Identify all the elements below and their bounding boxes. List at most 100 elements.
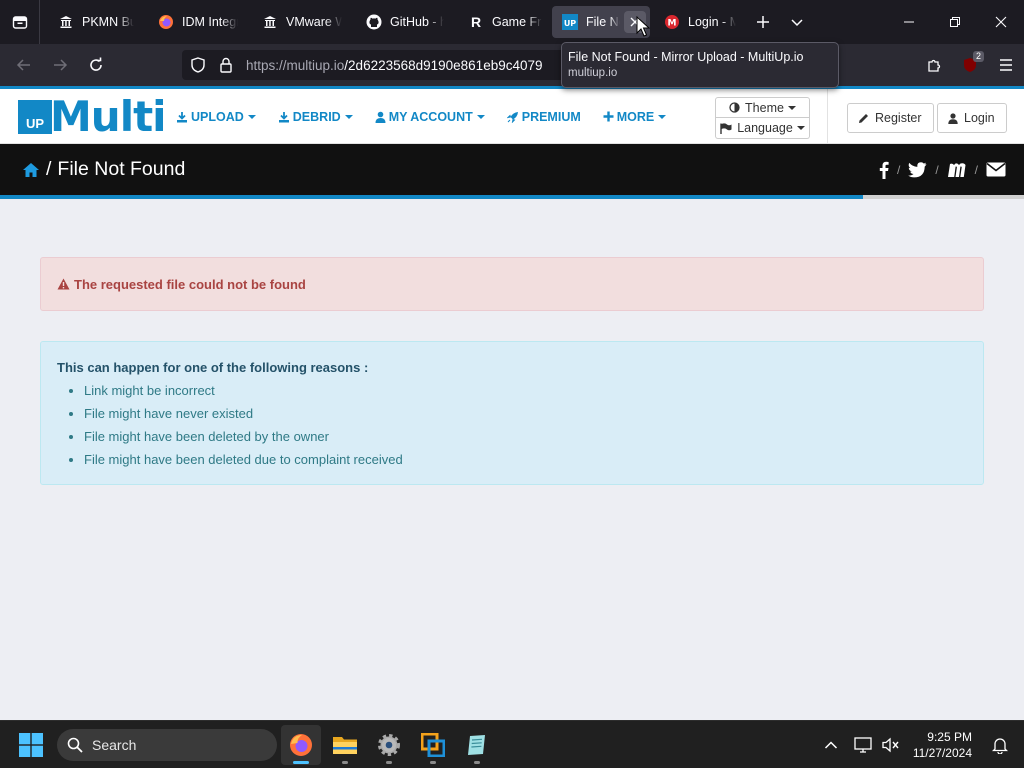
new-tab-button[interactable]	[746, 6, 780, 38]
system-tray: 9:25 PM 11/27/2024	[817, 721, 1024, 768]
home-icon[interactable]	[22, 162, 40, 178]
back-button[interactable]	[6, 49, 42, 81]
firefox-view-icon	[12, 16, 27, 29]
plus-icon	[757, 16, 769, 28]
tracking-protection-icon[interactable]	[184, 57, 212, 73]
menu-debrid[interactable]: DEBRID	[278, 110, 353, 124]
tab-mega[interactable]: M Login - MEGA	[650, 6, 746, 38]
tab-title: PKMN Build	[82, 15, 134, 29]
tray-overflow-button[interactable]	[817, 740, 845, 750]
minimize-button[interactable]	[886, 0, 932, 44]
toolbar-right: 2	[916, 44, 1024, 86]
social-separator: /	[896, 162, 901, 177]
volume-button[interactable]	[877, 737, 905, 753]
list-item: File might have been deleted due to comp…	[84, 448, 967, 471]
firefox-view-button[interactable]	[0, 0, 40, 44]
menu-more[interactable]: MORE	[603, 110, 667, 124]
hamburger-icon	[1000, 59, 1012, 71]
start-button[interactable]	[19, 733, 43, 762]
web-page: UP Multi UPLOAD DEBRID MY ACCOUNT PREMIU…	[0, 86, 1024, 720]
progress-fill	[0, 195, 864, 199]
facebook-icon[interactable]	[879, 161, 889, 179]
notifications-button[interactable]	[986, 737, 1014, 754]
contrast-icon	[729, 102, 740, 113]
running-indicator	[474, 761, 480, 764]
tab-title: GitHub - h	[390, 15, 444, 29]
github-icon	[366, 14, 382, 30]
ublock-extension-button[interactable]: 2	[952, 49, 988, 81]
clock[interactable]: 9:25 PM 11/27/2024	[913, 729, 972, 761]
extension-badge: 2	[972, 51, 984, 62]
envelope-icon[interactable]	[986, 162, 1006, 177]
speaker-muted-icon	[882, 737, 899, 753]
plus-icon	[603, 111, 614, 122]
tab-vmware[interactable]: VMware Workstation	[248, 6, 352, 38]
tab-gamefreak[interactable]: R Game Freak	[454, 6, 552, 38]
language-dropdown[interactable]: Language	[715, 118, 810, 139]
restore-icon	[950, 17, 960, 27]
arrow-left-icon	[16, 59, 30, 71]
warning-icon	[57, 278, 70, 290]
restore-button[interactable]	[932, 0, 978, 44]
login-label: Login	[964, 111, 995, 125]
extensions-button[interactable]	[916, 49, 952, 81]
breadcrumb-bar: / File Not Found / / /	[0, 144, 1024, 195]
tab-title: File Not Found	[586, 15, 620, 29]
social-separator: /	[974, 162, 978, 177]
tab-idm[interactable]: IDM Integration	[144, 6, 248, 38]
reload-icon	[90, 57, 102, 71]
gear-icon	[378, 734, 400, 756]
lock-icon[interactable]	[212, 57, 240, 73]
social-separator: /	[935, 162, 939, 177]
close-window-button[interactable]	[978, 0, 1024, 44]
close-icon	[995, 16, 1007, 28]
register-button[interactable]: Register	[847, 103, 934, 133]
taskbar-file-explorer[interactable]	[325, 725, 365, 765]
error-alert: The requested file could not be found	[40, 257, 984, 311]
taskbar-vmware[interactable]	[413, 725, 453, 765]
reasons-list: Link might be incorrect File might have …	[57, 379, 967, 471]
list-item: Link might be incorrect	[84, 379, 967, 402]
reload-button[interactable]	[78, 49, 114, 81]
caret-down-icon	[796, 126, 805, 130]
svg-text:M: M	[668, 19, 677, 29]
bank-icon	[262, 14, 278, 30]
tab-title: IDM Integration	[182, 15, 238, 29]
url-bar[interactable]: https://multiup.io/2d6223568d9190e861eb9…	[182, 50, 572, 80]
puzzle-icon	[928, 59, 941, 72]
theme-language-group: Theme Language	[715, 97, 810, 139]
firefox-icon	[158, 14, 174, 30]
network-button[interactable]	[849, 737, 877, 753]
caret-down-icon	[476, 114, 485, 119]
arrow-right-icon	[54, 59, 68, 71]
taskbar-search[interactable]: Search	[57, 729, 277, 761]
taskbar-notepad[interactable]	[457, 725, 497, 765]
menu-premium[interactable]: PREMIUM	[506, 110, 581, 124]
clock-time: 9:25 PM	[927, 730, 972, 744]
page-progress-bar	[0, 195, 1024, 199]
header-divider	[827, 89, 828, 144]
menu-my-account[interactable]: MY ACCOUNT	[375, 110, 485, 124]
site-header: UP Multi UPLOAD DEBRID MY ACCOUNT PREMIU…	[0, 89, 1024, 144]
list-all-tabs-button[interactable]	[780, 6, 814, 38]
minimize-icon	[904, 21, 914, 23]
tab-pkmn[interactable]: PKMN Build	[44, 6, 144, 38]
site-logo[interactable]: UP Multi	[18, 96, 167, 138]
running-indicator	[386, 761, 392, 764]
tab-github[interactable]: GitHub - h	[352, 6, 454, 38]
forward-button[interactable]	[42, 49, 78, 81]
firefox-icon	[290, 734, 312, 756]
reasons-alert: This can happen for one of the following…	[40, 341, 984, 485]
login-button[interactable]: Login	[937, 103, 1007, 133]
navigation-toolbar: https://multiup.io/2d6223568d9190e861eb9…	[0, 44, 1024, 86]
taskbar-settings[interactable]	[369, 725, 409, 765]
taskbar-firefox[interactable]	[281, 725, 321, 765]
rocket-icon	[506, 111, 518, 123]
theme-dropdown[interactable]: Theme	[715, 97, 810, 118]
menu-upload[interactable]: UPLOAD	[176, 110, 256, 124]
app-menu-button[interactable]	[988, 49, 1024, 81]
twitter-icon[interactable]	[908, 161, 927, 178]
medium-icon[interactable]	[947, 162, 967, 178]
menu-label: DEBRID	[292, 109, 341, 124]
breadcrumb: / File Not Found	[22, 144, 185, 195]
